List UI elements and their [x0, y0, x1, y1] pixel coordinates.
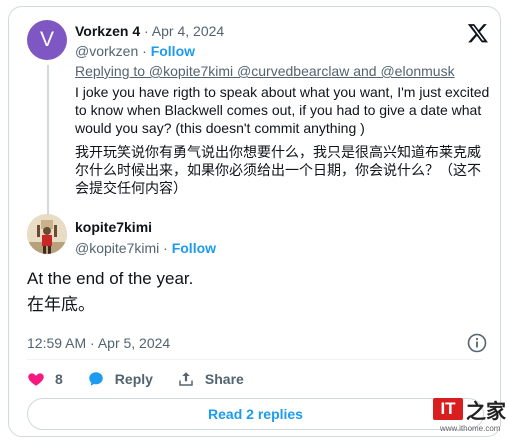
author-handle[interactable]: @kopite7kimi — [75, 240, 159, 256]
watermark-text: 之家 — [466, 399, 506, 423]
avatar[interactable]: V — [27, 20, 67, 60]
like-count: 8 — [55, 371, 63, 387]
watermark-url: www.ithome.com — [440, 424, 501, 433]
tweet-body: At the end of the year. — [27, 269, 194, 288]
author-name[interactable]: kopite7kimi — [75, 218, 152, 236]
avatar[interactable] — [27, 214, 67, 254]
tweet-body-translation: 在年底。 — [27, 295, 95, 315]
separator: · — [142, 43, 147, 59]
separator: · — [163, 240, 168, 256]
quoted-date[interactable]: Apr 4, 2024 — [152, 23, 224, 39]
read-replies-button[interactable]: Read 2 replies — [27, 398, 484, 430]
replying-to-link[interactable]: Replying to @kopite7kimi @curvedbearclaw… — [75, 62, 455, 80]
reply-bubble-icon — [89, 372, 103, 386]
reply-button[interactable]: Reply — [87, 370, 153, 388]
quoted-body: I joke you have rigth to speak about wha… — [75, 84, 490, 136]
quoted-subheader: @vorkzen · Follow — [75, 42, 195, 60]
watermark-logo: IT — [433, 398, 463, 420]
quoted-header: Vorkzen 4 · Apr 4, 2024 — [75, 22, 224, 40]
share-label: Share — [204, 371, 244, 387]
separator: · — [144, 23, 149, 39]
divider — [27, 359, 482, 360]
share-icon — [179, 372, 193, 386]
tweet-timestamp[interactable]: 12:59 AM · Apr 5, 2024 — [27, 334, 170, 352]
tweet-card: V Vorkzen 4 · Apr 4, 2024 @vorkzen · Fol… — [8, 6, 501, 437]
share-button[interactable]: Share — [177, 370, 244, 388]
quoted-author-name[interactable]: Vorkzen 4 — [75, 23, 140, 39]
reply-label: Reply — [114, 371, 153, 387]
like-button[interactable]: 8 — [27, 370, 63, 388]
info-icon[interactable] — [467, 333, 487, 353]
author-subheader: @kopite7kimi · Follow — [75, 239, 216, 257]
heart-icon — [28, 373, 44, 386]
action-bar: 8 Reply Share — [27, 368, 268, 390]
read-replies-label: Read 2 replies — [208, 406, 303, 422]
quoted-body-translation: 我开玩笑说你有勇气说出你想要什么，我只是很高兴知道布莱克威尔什么时候出来，如果你… — [75, 145, 481, 197]
follow-button[interactable]: Follow — [172, 240, 216, 256]
x-logo-icon[interactable] — [467, 22, 489, 44]
thread-line — [47, 65, 49, 215]
avatar-letter: V — [39, 28, 54, 51]
avatar-image-icon — [27, 214, 67, 254]
follow-button[interactable]: Follow — [151, 43, 195, 59]
quoted-handle[interactable]: @vorkzen — [75, 43, 138, 59]
